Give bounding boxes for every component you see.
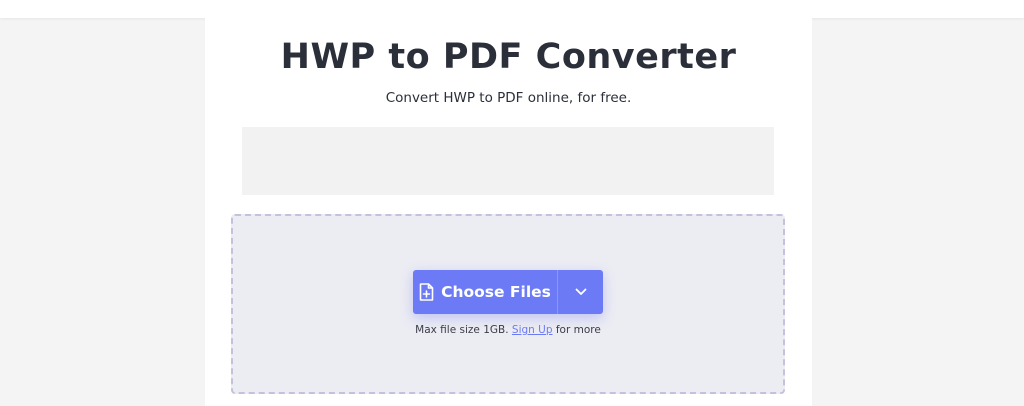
file-dropzone[interactable]: Choose Files Max file size 1GB. Sign Up … [231, 214, 785, 394]
sign-up-link[interactable]: Sign Up [512, 324, 553, 336]
ad-placeholder [242, 127, 774, 195]
chevron-down-icon [575, 288, 587, 296]
top-navigation-bar [0, 0, 1024, 18]
choose-files-button[interactable]: Choose Files [413, 270, 557, 314]
page-subtitle: Convert HWP to PDF online, for free. [385, 90, 632, 106]
file-size-suffix: for more [555, 324, 601, 336]
file-size-note: Max file size 1GB. Sign Up for more [233, 324, 783, 336]
main-content: HWP to PDF Converter Convert HWP to PDF … [205, 18, 812, 406]
page-title: HWP to PDF Converter [280, 37, 737, 77]
upload-source-dropdown[interactable] [558, 270, 603, 314]
file-plus-icon [419, 283, 434, 301]
choose-files-label: Choose Files [441, 283, 551, 301]
choose-files-control: Choose Files [413, 270, 603, 314]
file-size-text: Max file size 1GB. [415, 324, 509, 336]
